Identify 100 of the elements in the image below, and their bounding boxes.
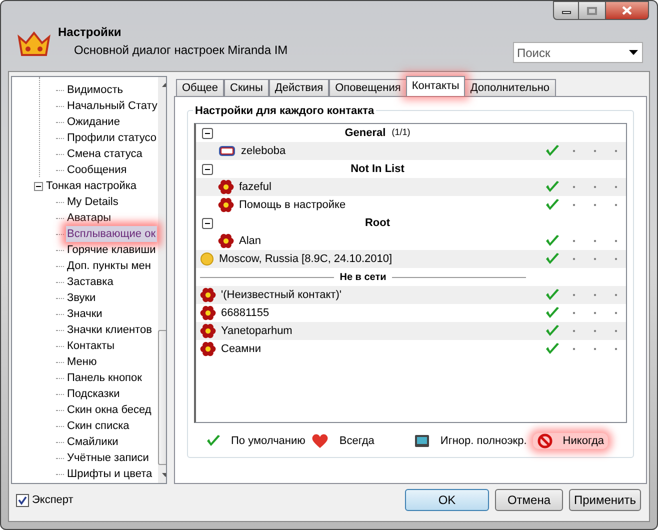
dot-mark bbox=[614, 240, 616, 242]
dot-mark bbox=[594, 150, 596, 152]
dot-mark bbox=[572, 258, 574, 260]
collapse-icon[interactable] bbox=[202, 164, 213, 174]
contact-name[interactable]: 66881155 bbox=[221, 304, 542, 322]
flower-icon bbox=[218, 233, 234, 249]
dot-mark bbox=[594, 348, 596, 350]
dialog-button[interactable]: Применить bbox=[569, 489, 641, 511]
legend-label: Игнор. полноэкр. bbox=[440, 434, 527, 449]
group-heading: General bbox=[344, 126, 386, 141]
expert-checkbox[interactable] bbox=[16, 494, 29, 506]
expert-label: Эксперт bbox=[32, 492, 74, 508]
window-title: Настройки bbox=[58, 24, 122, 41]
flower-icon bbox=[200, 305, 216, 321]
tab[interactable]: Контакты bbox=[406, 76, 466, 96]
dot-mark bbox=[572, 348, 574, 350]
tree-item[interactable]: Горячие клавиши bbox=[66, 242, 157, 258]
flower-icon bbox=[218, 179, 234, 195]
tree-item[interactable]: Меню bbox=[66, 354, 98, 370]
dot-mark bbox=[614, 348, 616, 350]
tree-item[interactable]: Смайлики bbox=[66, 434, 120, 450]
dialog-button[interactable]: OK bbox=[405, 489, 489, 511]
tab[interactable]: Скины bbox=[224, 79, 269, 96]
dot-mark bbox=[594, 294, 596, 296]
dot-mark bbox=[572, 150, 574, 152]
dialog-button[interactable]: Отмена bbox=[495, 489, 563, 511]
dot-mark bbox=[614, 150, 616, 152]
flower-icon bbox=[200, 287, 216, 303]
tab[interactable]: Дополнительно bbox=[464, 79, 556, 96]
dot-mark bbox=[572, 294, 574, 296]
contact-name[interactable]: Помощь в настройке bbox=[239, 196, 542, 214]
dot-mark bbox=[614, 186, 616, 188]
dot-mark bbox=[614, 258, 616, 260]
dot-mark bbox=[572, 330, 574, 332]
dot-mark bbox=[594, 204, 596, 206]
tree-item[interactable]: My Details bbox=[66, 194, 120, 210]
section-divider-label: Не в сети bbox=[340, 270, 386, 284]
maximize-button[interactable] bbox=[579, 1, 605, 20]
tree-item[interactable]: Скин списка bbox=[66, 418, 130, 434]
group-heading: Root bbox=[364, 216, 390, 231]
dot-mark bbox=[594, 186, 596, 188]
collapse-icon[interactable] bbox=[34, 182, 43, 190]
tree-item[interactable]: Подсказки bbox=[66, 386, 121, 402]
tree-item[interactable]: Аватары bbox=[66, 210, 112, 226]
heart-icon bbox=[311, 433, 330, 449]
tab[interactable]: Действия bbox=[268, 79, 330, 96]
search-field[interactable]: Поиск bbox=[514, 44, 629, 62]
tree-item[interactable]: Видимость bbox=[66, 82, 124, 98]
tree-item[interactable]: Учётные записи bbox=[66, 450, 150, 466]
tree-item[interactable]: Профили статусо bbox=[66, 130, 158, 146]
dot-mark bbox=[614, 330, 616, 332]
badge-icon bbox=[218, 144, 236, 158]
search-dropdown[interactable]: Поиск bbox=[513, 42, 643, 63]
group-heading: Not In List bbox=[350, 162, 404, 177]
flower-icon bbox=[200, 341, 216, 357]
tree-item[interactable]: Смена статуса bbox=[66, 146, 144, 162]
group-title: Настройки для каждого контакта bbox=[193, 103, 376, 120]
window-subtitle: Основной диалог настроек Miranda IM bbox=[74, 42, 288, 59]
tree-item[interactable]: Скин окна бесед bbox=[66, 402, 152, 418]
sun-icon bbox=[200, 252, 214, 266]
tree-item[interactable]: Значки клиентов bbox=[66, 322, 153, 338]
tree-item[interactable]: Панель кнопок bbox=[66, 370, 143, 386]
tree-item[interactable]: Всплывающие ок bbox=[66, 226, 157, 242]
legend-label: Никогда bbox=[562, 434, 604, 449]
tree-item[interactable]: Шрифты и цвета bbox=[66, 466, 154, 482]
check-icon bbox=[206, 434, 221, 448]
tab[interactable]: Общее bbox=[176, 79, 224, 96]
dot-mark bbox=[572, 204, 574, 206]
tree-item[interactable]: Доп. пункты мен bbox=[66, 258, 152, 274]
tree-item[interactable]: Значки bbox=[66, 306, 104, 322]
monitor-icon bbox=[414, 434, 430, 448]
crown-logo-icon bbox=[17, 31, 51, 57]
dot-mark bbox=[572, 186, 574, 188]
contact-name[interactable]: Сеамни bbox=[221, 340, 542, 358]
group-count: (1/1) bbox=[392, 126, 410, 140]
close-button[interactable] bbox=[605, 1, 649, 20]
tree-item[interactable]: Начальный Стату bbox=[66, 98, 158, 114]
legend-label: Всегда bbox=[339, 434, 374, 449]
dot-mark bbox=[614, 294, 616, 296]
tree-item[interactable]: Звуки bbox=[66, 290, 97, 306]
tree-item[interactable]: Контакты bbox=[66, 338, 116, 354]
tree-item[interactable]: Заставка bbox=[66, 274, 114, 290]
contact-name[interactable]: Alan bbox=[239, 232, 542, 250]
dot-mark bbox=[594, 240, 596, 242]
collapse-icon[interactable] bbox=[202, 218, 213, 228]
tree-item[interactable]: Сообщения bbox=[66, 162, 128, 178]
collapse-icon[interactable] bbox=[202, 128, 213, 138]
dot-mark bbox=[572, 312, 574, 314]
dot-mark bbox=[594, 258, 596, 260]
tree-item[interactable]: Ожидание bbox=[66, 114, 121, 130]
tree-item[interactable]: Тонкая настройка bbox=[46, 178, 137, 194]
dot-mark bbox=[594, 330, 596, 332]
dot-mark bbox=[594, 312, 596, 314]
flower-icon bbox=[218, 197, 234, 213]
legend-label: По умолчанию bbox=[231, 434, 306, 449]
dot-mark bbox=[614, 204, 616, 206]
minimize-button[interactable] bbox=[553, 1, 579, 20]
tab[interactable]: Оповещения bbox=[329, 79, 407, 96]
dropdown-arrow-icon bbox=[629, 50, 638, 55]
dot-mark bbox=[572, 240, 574, 242]
